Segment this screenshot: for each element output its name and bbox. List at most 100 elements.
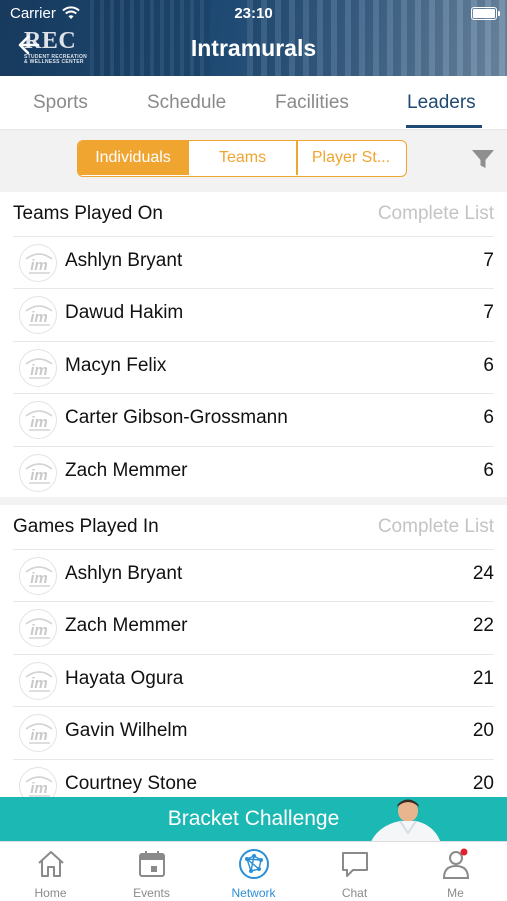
- player-name: Macyn Felix: [65, 354, 167, 376]
- svg-text:im: im: [30, 570, 48, 587]
- player-name: Ashlyn Bryant: [65, 250, 183, 271]
- bracket-challenge-banner[interactable]: Bracket Challenge: [0, 797, 507, 841]
- chat-icon: [342, 852, 368, 877]
- im-leagues-icon: im: [25, 566, 53, 587]
- stat-value: 22: [472, 615, 494, 637]
- player-name: Carter Gibson-Grossmann: [65, 407, 288, 429]
- banner-text: Bracket Challenge: [167, 807, 340, 830]
- avatar: im: [19, 714, 57, 753]
- tab-leaders[interactable]: Leaders: [407, 92, 476, 114]
- leader-row[interactable]: im Zach Memmer 22: [0, 601, 507, 654]
- stat-value: 21: [472, 667, 494, 689]
- page-title: Intramurals: [190, 35, 317, 61]
- home-icon: [38, 851, 64, 877]
- segment-player-stats[interactable]: Player St...: [297, 141, 405, 175]
- complete-list-link[interactable]: Complete List: [378, 516, 494, 538]
- nav-label: Me: [447, 886, 464, 900]
- svg-text:im: im: [30, 362, 48, 379]
- svg-text:im: im: [30, 414, 48, 431]
- avatar: im: [19, 609, 57, 648]
- leader-row[interactable]: im Gavin Wilhelm 20: [0, 706, 507, 759]
- avatar: im: [19, 401, 57, 440]
- im-leagues-icon: im: [25, 305, 53, 326]
- nav-me[interactable]: Me: [405, 842, 506, 901]
- segment-teams[interactable]: Teams: [188, 141, 297, 175]
- leader-row[interactable]: im Ashlyn Bryant 24: [0, 549, 507, 601]
- nav-label: Network: [231, 886, 276, 900]
- row-divider: [13, 601, 494, 603]
- avatar: im: [19, 348, 57, 387]
- stat-value: 20: [472, 772, 494, 794]
- tab-facilities[interactable]: Facilities: [275, 92, 349, 114]
- row-divider: [13, 393, 494, 395]
- avatar: im: [19, 244, 57, 282]
- filter-icon[interactable]: [471, 148, 495, 170]
- complete-list-link[interactable]: Complete List: [378, 203, 494, 225]
- calendar-icon: [139, 851, 165, 877]
- stat-value: 6: [483, 459, 494, 481]
- im-leagues-icon: im: [25, 358, 53, 379]
- player-name: Ashlyn Bryant: [65, 563, 183, 584]
- nav-label: Events: [133, 886, 170, 900]
- row-divider: [13, 445, 494, 447]
- tab-bar: Sports Schedule Facilities Leaders: [0, 76, 507, 130]
- nav-network[interactable]: Network: [203, 842, 304, 901]
- im-leagues-icon: im: [25, 410, 53, 431]
- row-divider: [13, 340, 494, 342]
- stat-value: 7: [483, 302, 494, 324]
- nav-events[interactable]: Events: [101, 842, 202, 901]
- avatar: im: [19, 453, 57, 492]
- section-title: Games Played In: [13, 516, 159, 537]
- segmented-control: Individuals Teams Player St...: [77, 140, 407, 177]
- row-divider: [13, 758, 494, 760]
- stat-value: 6: [483, 354, 494, 376]
- active-tab-indicator: [406, 125, 482, 128]
- nav-chat[interactable]: Chat: [304, 842, 405, 901]
- nav-label: Chat: [341, 886, 368, 900]
- stat-value: 6: [483, 407, 494, 429]
- svg-text:im: im: [30, 257, 48, 274]
- svg-text:im: im: [30, 727, 48, 744]
- avatar: im: [19, 296, 57, 335]
- network-icon: [239, 849, 269, 879]
- leader-row[interactable]: im Zach Memmer 6: [0, 445, 507, 498]
- svg-text:im: im: [30, 675, 48, 692]
- filter-bar: Individuals Teams Player St...: [0, 130, 507, 190]
- player-name: Dawud Hakim: [65, 302, 184, 324]
- segment-individuals[interactable]: Individuals: [78, 141, 188, 175]
- im-leagues-icon: im: [25, 723, 53, 744]
- row-divider: [13, 653, 494, 655]
- leader-row[interactable]: im Carter Gibson-Grossmann 6: [0, 393, 507, 446]
- person-icon: [442, 848, 470, 879]
- leader-row[interactable]: im Hayata Ogura 21: [0, 653, 507, 706]
- row-divider: [13, 706, 494, 708]
- battery-icon: [471, 7, 500, 20]
- player-name: Gavin Wilhelm: [65, 720, 188, 742]
- section-title: Teams Played On: [13, 203, 163, 224]
- nav-home[interactable]: Home: [0, 842, 101, 901]
- section-header: Teams Played On Complete List: [0, 192, 507, 236]
- player-name: Courtney Stone: [65, 772, 198, 794]
- row-divider: [13, 549, 494, 550]
- leader-row[interactable]: im Dawud Hakim 7: [0, 288, 507, 341]
- im-leagues-icon: im: [25, 671, 53, 692]
- clock: 23:10: [234, 5, 273, 22]
- svg-text:im: im: [30, 622, 48, 639]
- leader-row[interactable]: im Macyn Felix 6: [0, 340, 507, 393]
- stat-value: 24: [472, 563, 494, 584]
- im-leagues-icon: im: [25, 618, 53, 639]
- svg-text:im: im: [30, 467, 48, 484]
- player-name: Zach Memmer: [65, 615, 188, 637]
- status-bar: Carrier 23:10: [0, 4, 507, 24]
- player-name: Hayata Ogura: [65, 667, 184, 689]
- row-divider: [13, 288, 494, 290]
- tab-schedule[interactable]: Schedule: [147, 92, 226, 114]
- im-leagues-icon: im: [25, 253, 53, 274]
- avatar: im: [19, 557, 57, 595]
- leader-row[interactable]: im Ashlyn Bryant 7: [0, 236, 507, 288]
- avatar: im: [19, 661, 57, 700]
- section-separator: [0, 497, 507, 505]
- tab-sports[interactable]: Sports: [33, 92, 88, 114]
- player-name: Zach Memmer: [65, 459, 188, 481]
- nav-label: Home: [34, 886, 67, 900]
